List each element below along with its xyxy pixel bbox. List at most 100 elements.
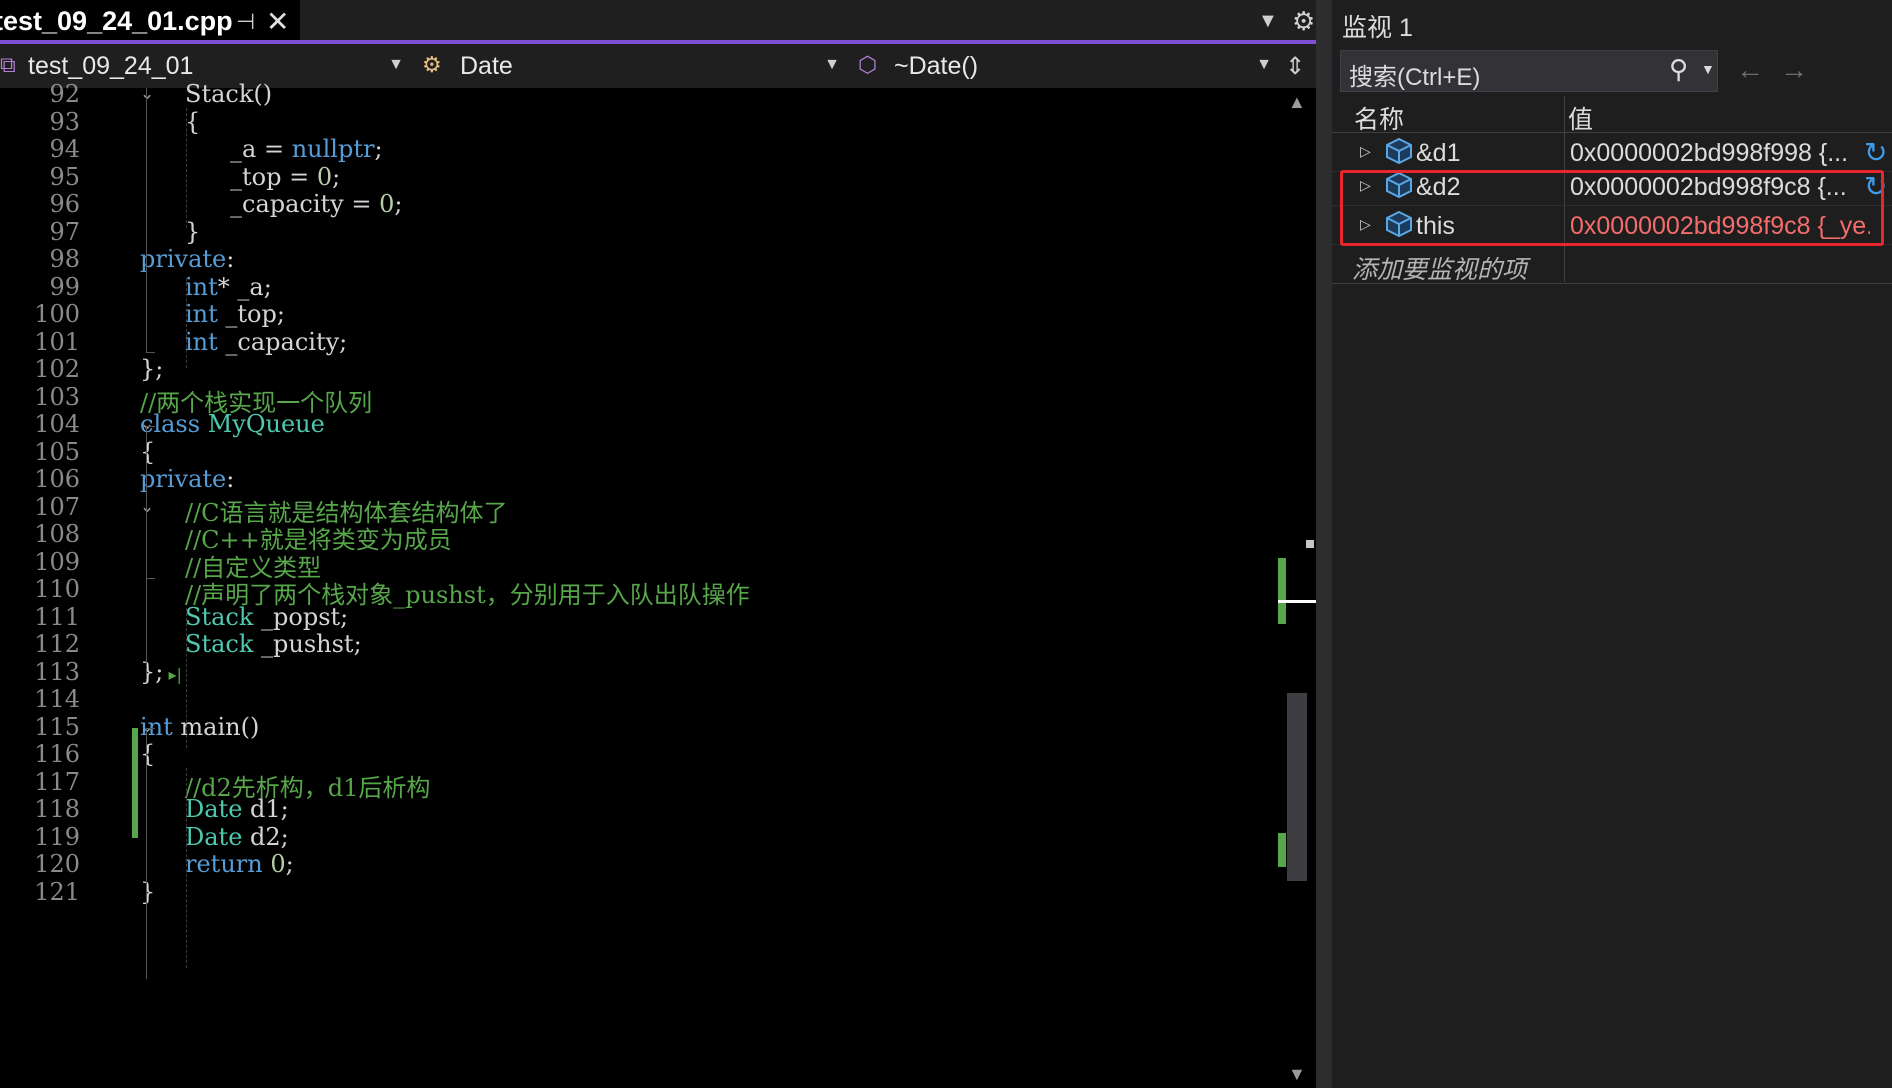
- block-bracket: [146, 728, 155, 979]
- code-token: ;: [285, 850, 294, 878]
- code-line[interactable]: return 0;: [185, 850, 294, 878]
- line-number: 114: [34, 685, 80, 713]
- line-number: 103: [34, 382, 80, 411]
- scroll-thumb[interactable]: [1287, 693, 1307, 881]
- code-line[interactable]: int _capacity;: [185, 328, 347, 356]
- column-header-name[interactable]: 名称: [1354, 100, 1404, 136]
- watch-window: 监视 1 搜索(Ctrl+E) ⚲ ▼ ← → 名称 值 ▷ &d1 0x00000…: [1332, 0, 1892, 1088]
- document-tab[interactable]: test_09_24_01.cpp ⊣ ✕: [0, 0, 300, 44]
- line-number: 121: [34, 877, 80, 906]
- code-line[interactable]: }: [185, 218, 200, 246]
- scroll-up-icon[interactable]: ▲: [1288, 92, 1306, 113]
- indent-guide: [186, 108, 187, 228]
- chevron-down-icon: ▼: [388, 56, 404, 73]
- code-token: };: [140, 355, 164, 383]
- member-dropdown[interactable]: ⬡ ~Date() ▼: [858, 48, 1278, 84]
- search-icon[interactable]: ⚲: [1669, 54, 1688, 85]
- code-token: ;: [374, 135, 383, 163]
- code-line[interactable]: Stack _pushst;: [185, 630, 362, 658]
- code-token: 0: [270, 850, 286, 878]
- search-placeholder: 搜索(Ctrl+E): [1349, 64, 1481, 91]
- close-icon[interactable]: ✕: [266, 5, 289, 38]
- gear-icon[interactable]: ⚙: [1292, 6, 1315, 37]
- scroll-marker: [1306, 540, 1314, 548]
- code-line[interactable]: };: [140, 355, 163, 383]
- watch-value[interactable]: 0x0000002bd998f998 {...: [1570, 139, 1870, 168]
- line-number: 119: [34, 822, 80, 851]
- change-marker: [1278, 833, 1286, 867]
- code-line[interactable]: {: [185, 108, 200, 136]
- tab-overflow-icon[interactable]: ▼: [1258, 10, 1278, 33]
- code-token: nullptr: [291, 135, 375, 163]
- code-line[interactable]: _top = 0;: [230, 163, 340, 191]
- code-editor: test_09_24_01.cpp ⊣ ✕ ▼ ⚙ ⧉ test_09_24_0…: [0, 0, 1316, 1088]
- block-bracket: [146, 88, 155, 220]
- refresh-icon[interactable]: ↻: [1864, 136, 1887, 169]
- line-number: 100: [34, 300, 80, 328]
- code-line[interactable]: Stack(): [185, 80, 272, 108]
- code-token: d2;: [242, 822, 289, 851]
- expand-arrow-icon[interactable]: ▷: [1360, 143, 1371, 160]
- line-number: 110: [34, 575, 80, 603]
- project-label: test_09_24_01: [28, 52, 194, 80]
- line-number: 96: [49, 190, 80, 218]
- code-token: _pushst;: [253, 630, 362, 658]
- column-header-value[interactable]: 值: [1568, 100, 1593, 136]
- document-tab-bar: test_09_24_01.cpp ⊣ ✕ ▼ ⚙: [0, 0, 1316, 44]
- vertical-scrollbar[interactable]: ▲ ▼: [1278, 88, 1316, 1088]
- code-token: * _a;: [217, 272, 272, 301]
- pin-icon[interactable]: ⊣: [236, 9, 255, 35]
- code-token: Date: [185, 795, 243, 823]
- class-icon: ⚙: [422, 52, 442, 77]
- code-line[interactable]: Date d1;: [185, 795, 289, 823]
- code-token: int: [185, 272, 218, 301]
- code-token: ;: [332, 162, 341, 191]
- code-line[interactable]: int _top;: [185, 300, 285, 328]
- variable-cube-icon: [1386, 137, 1412, 165]
- forward-arrow-icon[interactable]: →: [1780, 54, 1808, 86]
- chevron-down-icon: ▼: [824, 56, 840, 73]
- watch-header: 名称 值: [1332, 96, 1892, 136]
- code-token: {: [185, 107, 201, 136]
- code-line[interactable]: class MyQueue: [140, 410, 325, 438]
- scope-dropdown[interactable]: ⚙ Date ▼: [422, 48, 846, 84]
- code-line[interactable]: int* _a;: [185, 273, 272, 301]
- change-indicator: [132, 728, 138, 838]
- project-dropdown[interactable]: ⧉ test_09_24_01 ▼: [0, 48, 410, 84]
- caret-marker: [1278, 600, 1316, 603]
- scroll-down-icon[interactable]: ▼: [1288, 1064, 1306, 1085]
- split-editor-icon[interactable]: ⇕: [1285, 52, 1305, 81]
- scope-label: Date: [460, 52, 513, 80]
- code-line[interactable]: Date d2;: [185, 823, 289, 851]
- add-watch-row[interactable]: 添加要监视的项: [1332, 246, 1892, 284]
- watch-search-box[interactable]: 搜索(Ctrl+E) ⚲ ▼: [1340, 50, 1718, 92]
- line-number: 95: [49, 162, 80, 191]
- code-line[interactable]: int main(): [140, 713, 259, 741]
- line-number: 99: [49, 272, 80, 301]
- block-bracket: [146, 578, 155, 679]
- code-token: }: [185, 217, 201, 246]
- watch-row[interactable]: ▷ &d1 0x0000002bd998f998 {... ↻: [1332, 134, 1892, 172]
- code-token: Stack: [185, 602, 254, 631]
- line-number: 98: [49, 245, 80, 273]
- highlight-box: [1340, 170, 1884, 246]
- line-number: 107: [34, 492, 80, 521]
- line-number: 115: [34, 712, 80, 741]
- member-label: ~Date(): [894, 52, 979, 80]
- line-number: 108: [34, 520, 80, 548]
- code-token: :: [226, 245, 235, 273]
- code-line[interactable]: Stack _popst;: [185, 603, 348, 631]
- code-token: _top =: [230, 162, 317, 191]
- code-token: Date: [185, 822, 243, 851]
- line-number: 120: [34, 850, 80, 878]
- line-number: 113: [34, 657, 80, 686]
- line-number: 116: [34, 740, 80, 768]
- chevron-down-icon[interactable]: ▼: [1701, 61, 1715, 77]
- code-area[interactable]: 92 ⌄ Stack() 93{94 _a = nullptr; 95 _top = 0; 9…: [0, 80, 1278, 1088]
- back-arrow-icon[interactable]: ←: [1736, 54, 1764, 86]
- code-line[interactable]: _capacity = 0;: [230, 190, 402, 218]
- code-token: d1;: [242, 795, 289, 823]
- code-line[interactable]: _a = nullptr;: [230, 135, 383, 163]
- code-token: ;: [394, 190, 403, 218]
- panel-splitter[interactable]: [1316, 0, 1332, 1088]
